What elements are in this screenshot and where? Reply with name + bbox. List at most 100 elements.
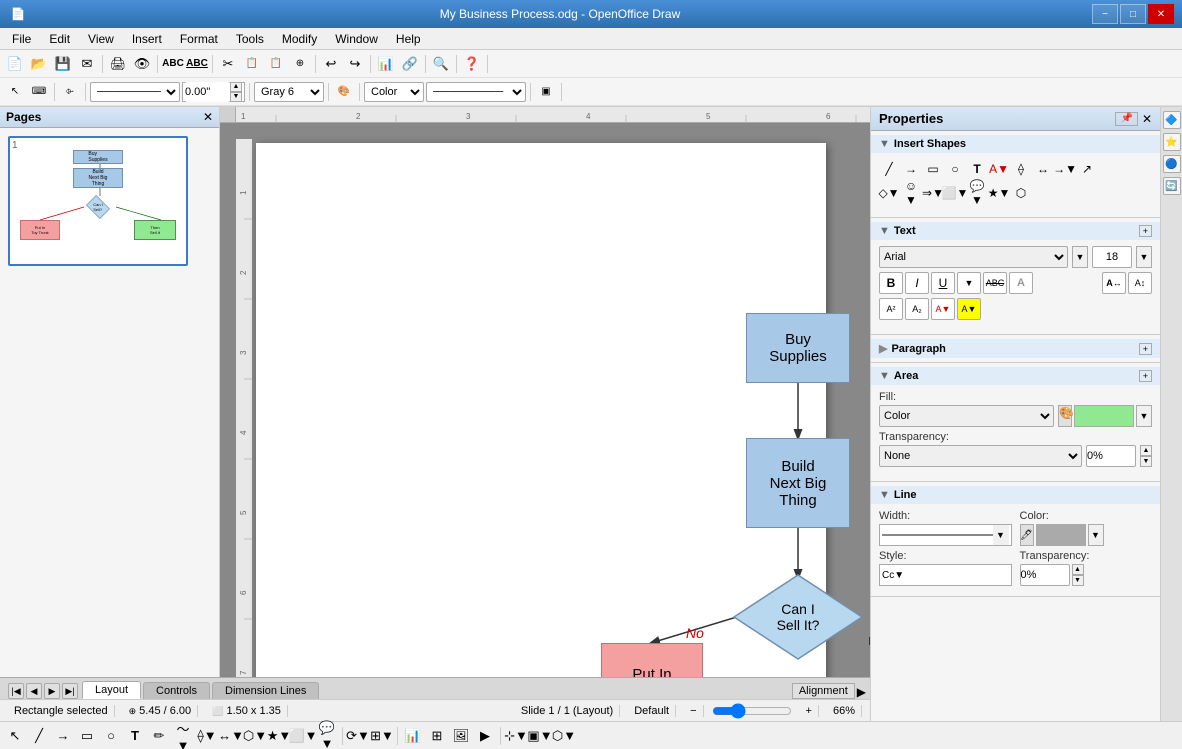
toggle-shadow-btn[interactable]: ▣▼ — [529, 725, 551, 747]
insert-button[interactable]: 🔗 — [399, 53, 421, 75]
alignment-badge[interactable]: Alignment — [792, 683, 855, 699]
paste-button[interactable]: 📋 — [265, 53, 287, 75]
ins-connector2[interactable]: ↔ — [1033, 159, 1053, 179]
text-tool[interactable]: T — [124, 725, 146, 747]
menu-edit[interactable]: Edit — [41, 30, 78, 48]
line-width-down[interactable]: ▼ — [230, 92, 242, 102]
menu-file[interactable]: File — [4, 30, 39, 48]
email-button[interactable]: ✉ — [76, 53, 98, 75]
clone-button[interactable]: ⊕ — [289, 53, 311, 75]
shape-can-i-sell[interactable]: Can ISell It? — [732, 573, 864, 661]
ins-ellipse[interactable]: ○ — [945, 159, 965, 179]
canvas-area[interactable]: 1 2 3 4 5 6 — [220, 107, 870, 677]
pages-close-button[interactable]: ✕ — [203, 110, 213, 124]
highlight-btn[interactable]: A▼ — [957, 298, 981, 320]
tab-layout[interactable]: Layout — [82, 681, 141, 699]
fill-type-select[interactable]: Color — [364, 82, 424, 102]
menu-view[interactable]: View — [80, 30, 122, 48]
subscript-btn[interactable]: A₂ — [905, 298, 929, 320]
ins-line[interactable]: ╱ — [879, 159, 899, 179]
help-button[interactable]: ❓ — [461, 53, 483, 75]
undo-button[interactable]: ↩ — [320, 53, 342, 75]
cut-button[interactable]: ✂ — [217, 53, 239, 75]
line-width-up[interactable]: ▲ — [230, 82, 242, 92]
menu-window[interactable]: Window — [327, 30, 386, 48]
ins-3d-obj[interactable]: ⬡ — [1011, 183, 1031, 203]
bold-button[interactable]: B — [879, 272, 903, 294]
line-color-icon[interactable]: 🖊 — [1020, 524, 1034, 546]
minimize-button[interactable]: − — [1092, 4, 1118, 24]
sidebar-icon-3[interactable]: 🔵 — [1163, 155, 1181, 173]
line-section-header[interactable]: ▼ Line — [871, 486, 1160, 504]
line-trans-up[interactable]: ▲ — [1072, 564, 1084, 575]
line-trans-down[interactable]: ▼ — [1072, 575, 1084, 586]
insert-img-btn[interactable]: 🖼 — [450, 725, 472, 747]
zoom-plus-btn[interactable]: + — [800, 705, 819, 717]
tab-controls[interactable]: Controls — [143, 682, 210, 699]
fill-color-icon[interactable]: 🎨 — [1058, 405, 1072, 427]
ins-callout-arrow[interactable]: ↗ — [1077, 159, 1097, 179]
insert-table-btn[interactable]: ⊞ — [426, 725, 448, 747]
char-spacing-btn[interactable]: A↔ — [1102, 272, 1126, 294]
shape-build-next-big[interactable]: BuildNext BigThing — [746, 438, 850, 528]
line-width-input[interactable] — [185, 82, 230, 102]
ins-arrow[interactable]: → — [901, 159, 921, 179]
char-spacing2-btn[interactable]: A↕ — [1128, 272, 1152, 294]
arrow-tool[interactable]: → — [52, 725, 74, 747]
transparency-down[interactable]: ▼ — [1140, 456, 1152, 467]
tab-order-button[interactable]: ⌨ — [28, 81, 50, 103]
fill-color-select[interactable]: ───────── — [426, 82, 526, 102]
redo-button[interactable]: ↪ — [344, 53, 366, 75]
flowchart-tool[interactable]: ⬜▼ — [292, 725, 314, 747]
new-button[interactable]: 📄 — [4, 53, 26, 75]
line-color-select[interactable]: Gray 6 — [254, 82, 324, 102]
line-width-drop[interactable]: ▼ — [993, 525, 1009, 545]
underline-button[interactable]: U — [931, 272, 955, 294]
shapes-tool[interactable]: ⬡▼ — [244, 725, 266, 747]
draw-canvas[interactable]: No Yes BuySupplies BuildNext BigThing — [256, 143, 826, 677]
transparency-type-dropdown[interactable]: None — [879, 445, 1082, 467]
insert-media-btn[interactable]: ▶ — [474, 725, 496, 747]
view-grid-btn[interactable]: ⊹▼ — [505, 725, 527, 747]
rect-tool[interactable]: ▭ — [76, 725, 98, 747]
toggle-3d-btn[interactable]: ⬡▼ — [553, 725, 575, 747]
rotate-tool[interactable]: ⟳▼ — [347, 725, 369, 747]
strikethrough-btn[interactable]: ABC — [983, 272, 1007, 294]
transparency-value-input[interactable] — [1086, 445, 1136, 467]
ins-rect[interactable]: ▭ — [923, 159, 943, 179]
paragraph-expand-btn[interactable]: + — [1139, 343, 1152, 355]
tab-nav-last[interactable]: ▶| — [62, 683, 78, 699]
select-button[interactable]: ↖ — [4, 81, 26, 103]
menu-insert[interactable]: Insert — [124, 30, 170, 48]
text-section-expand[interactable]: + — [1139, 225, 1152, 237]
spell-check2-button[interactable]: ABC — [186, 53, 208, 75]
ins-more-arrows[interactable]: →▼ — [1055, 159, 1075, 179]
preview-button[interactable]: 👁 — [131, 53, 153, 75]
area-style-btn[interactable]: 🎨 — [333, 81, 355, 103]
ins-diamond[interactable]: ◇▼ — [879, 183, 899, 203]
area-expand-btn[interactable]: + — [1139, 370, 1152, 382]
shape-put-in-toy[interactable]: Put InToy Trunk — [601, 643, 703, 677]
transparency-up[interactable]: ▲ — [1140, 445, 1152, 456]
font-select[interactable]: Arial — [879, 246, 1068, 268]
font-size-input[interactable] — [1092, 246, 1132, 268]
menu-format[interactable]: Format — [172, 30, 226, 48]
save-button[interactable]: 💾 — [52, 53, 74, 75]
page-thumbnail-1[interactable]: 1 BuySupplies BuildNext BigThing Can ISe… — [8, 136, 188, 266]
ellipse-tool[interactable]: ○ — [100, 725, 122, 747]
maximize-button[interactable]: □ — [1120, 4, 1146, 24]
line-transparency-input[interactable] — [1020, 564, 1070, 586]
underline-dropdown[interactable]: ▼ — [957, 272, 981, 294]
callout2-tool[interactable]: 💬▼ — [316, 725, 338, 747]
text-section-header[interactable]: ▼ Text + — [871, 222, 1160, 240]
spell-check-button[interactable]: ABC — [162, 53, 184, 75]
tab-nav-prev[interactable]: ◀ — [26, 683, 42, 699]
zoom-minus-btn[interactable]: − — [684, 705, 703, 717]
italic-button[interactable]: I — [905, 272, 929, 294]
sidebar-icon-1[interactable]: 🔷 — [1163, 111, 1181, 129]
line-style-btn[interactable]: ⌱ — [59, 81, 81, 103]
sidebar-icon-4[interactable]: 🔄 — [1163, 177, 1181, 195]
ins-connector[interactable]: ⟠ — [1011, 159, 1031, 179]
menu-tools[interactable]: Tools — [228, 30, 272, 48]
area-section-header[interactable]: ▼ Area + — [871, 367, 1160, 385]
